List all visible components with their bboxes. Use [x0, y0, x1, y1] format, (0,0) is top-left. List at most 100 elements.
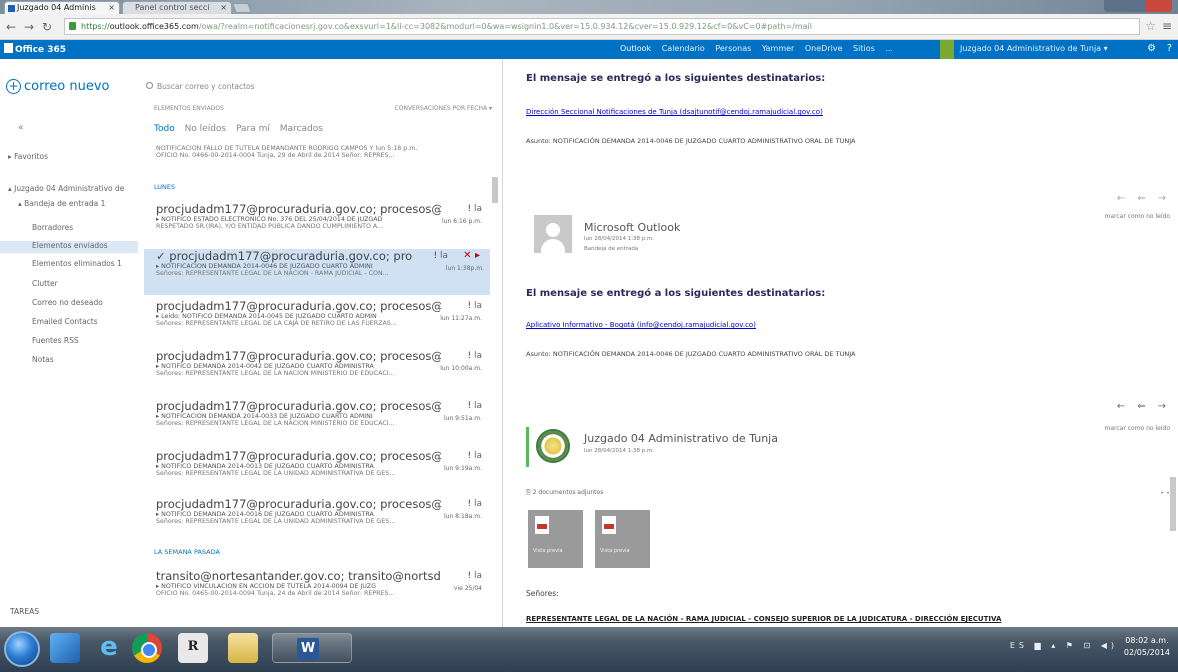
nav-outlook[interactable]: Outlook: [620, 44, 651, 53]
nav-sitios[interactable]: Sitios: [853, 44, 875, 53]
nav-onedrive[interactable]: OneDrive: [805, 44, 843, 53]
office365-logo[interactable]: Office 365: [4, 43, 66, 55]
recipient-link[interactable]: Dirección Seccional Notificaciones de Tu…: [526, 108, 823, 116]
nav-more[interactable]: ...: [885, 44, 893, 53]
word-icon: W: [297, 638, 319, 660]
list-item[interactable]: procjudadm177@procuraduria.gov.co; proce…: [148, 399, 488, 449]
list-item-selected[interactable]: ✓ procjudadm177@procuraduria.gov.co; pro…: [144, 249, 490, 295]
sender-name[interactable]: Juzgado 04 Administrativo de Tunja: [584, 432, 778, 445]
message-from: transito@nortesantander.gov.co; transito…: [156, 569, 441, 583]
folder-icon[interactable]: [228, 633, 258, 663]
window-controls[interactable]: [1104, 0, 1172, 12]
reply-actions[interactable]: ←⇐→: [1117, 401, 1178, 412]
list-item[interactable]: NOTIFICACION FALLO DE TUTELA DEMANDANTE …: [148, 145, 488, 171]
folder-notes[interactable]: Notas: [32, 355, 54, 364]
delete-icon[interactable]: ✕ ▸: [463, 250, 480, 261]
back-arrow-icon[interactable]: ←: [6, 20, 16, 34]
account-group[interactable]: ▴ Juzgado 04 Administrativo de: [8, 184, 124, 193]
message-time: lun 9:19a.m.: [444, 465, 482, 472]
attachment-pdf-1[interactable]: Vista previa: [528, 510, 583, 568]
nav-calendario[interactable]: Calendario: [662, 44, 705, 53]
message-from: procjudadm177@procuraduria.gov.co; proce…: [156, 497, 441, 511]
group-header-lunes: LUNES: [154, 183, 176, 191]
search-placeholder: Buscar correo y contactos: [157, 82, 255, 91]
r-app-icon[interactable]: R: [178, 633, 208, 663]
windows-explorer-icon[interactable]: [50, 633, 80, 663]
favorites-group[interactable]: ▸ Favoritos: [8, 152, 48, 161]
message-preview: Señores: REPRESENTANTE LEGAL DE LA NACIÓ…: [156, 270, 389, 277]
folder-emailed-contacts[interactable]: Emailed Contacts: [32, 317, 98, 326]
collapse-pane-icon[interactable]: «: [18, 123, 24, 133]
system-tray[interactable]: ES ▆ ▴ ⚑ ⊡ ◀): [1010, 641, 1118, 650]
user-name: Juzgado 04 Administrativo de Tunja: [960, 44, 1102, 53]
list-item[interactable]: procjudadm177@procuraduria.gov.co; proce…: [148, 349, 488, 399]
message-from: procjudadm177@procuraduria.gov.co; proce…: [156, 449, 441, 463]
pdf-file-icon: [602, 516, 616, 534]
word-taskbar-button[interactable]: W: [272, 633, 352, 663]
tab-label: Juzgado 04 Adminis: [17, 3, 96, 12]
list-item[interactable]: transito@nortesantander.gov.co; transito…: [148, 569, 488, 619]
folder-inbox[interactable]: ▴ Bandeja de entrada 1: [18, 199, 105, 208]
mark-unread-link[interactable]: marcar como no leído: [1105, 425, 1170, 432]
browser-menu-icon[interactable]: ≡: [1162, 19, 1172, 33]
browser-tab-outlook[interactable]: Juzgado 04 Adminis ×: [4, 1, 120, 14]
bookmark-star-icon[interactable]: ☆: [1145, 19, 1156, 33]
list-item[interactable]: procjudadm177@procuraduria.gov.co; proce…: [148, 449, 488, 499]
start-button[interactable]: [4, 631, 40, 667]
attachments-label[interactable]: ⎘ 2 documentos adjuntos: [526, 489, 603, 497]
mark-unread-link[interactable]: marcar como no leído: [1105, 213, 1170, 220]
search-box[interactable]: Buscar correo y contactos: [146, 82, 255, 91]
filter-unread[interactable]: No leídos: [185, 124, 227, 134]
reply-icon: ←: [1116, 401, 1138, 412]
folder-rss[interactable]: Fuentes RSS: [32, 336, 79, 345]
attachment-pdf-2[interactable]: Vista previa: [595, 510, 650, 568]
folder-clutter[interactable]: Clutter: [32, 279, 58, 288]
importance-flag-icon: ! la: [467, 571, 482, 581]
internet-explorer-icon[interactable]: e: [94, 633, 124, 663]
filter-to-me[interactable]: Para mí: [236, 124, 270, 134]
chrome-icon[interactable]: [132, 633, 162, 663]
forward-arrow-icon[interactable]: →: [24, 20, 34, 34]
help-icon[interactable]: ?: [1167, 43, 1172, 54]
forward-icon: →: [1157, 401, 1178, 412]
app-nav: Outlook Calendario Personas Yammer OneDr…: [620, 44, 901, 53]
recipient-link[interactable]: Aplicativo Informativo - Bogotá (info@ce…: [526, 321, 756, 329]
list-item[interactable]: procjudadm177@procuraduria.gov.co; proce…: [148, 202, 488, 252]
more-options-icon[interactable]: • •: [1160, 489, 1170, 497]
tasks-link[interactable]: TAREAS: [10, 607, 39, 616]
new-tab-button[interactable]: [232, 3, 252, 13]
folder-sent[interactable]: Elementos enviados: [0, 241, 138, 253]
folder-drafts[interactable]: Borradores: [32, 223, 73, 232]
message-time: vie 25/04: [453, 585, 482, 592]
body-recipient-line: REPRESENTANTE LEGAL DE LA NACIÓN - RAMA …: [526, 615, 1002, 623]
reload-icon[interactable]: ↻: [42, 20, 52, 34]
folder-junk[interactable]: Correo no deseado: [32, 298, 103, 307]
reading-scrollbar[interactable]: [1170, 477, 1176, 531]
message-list: Buscar correo y contactos ELEMENTOS ENVI…: [138, 59, 503, 627]
new-mail-button[interactable]: + correo nuevo: [6, 79, 109, 94]
nav-personas[interactable]: Personas: [715, 44, 751, 53]
browser-tab-panel[interactable]: Panel control secci ×: [122, 1, 232, 14]
gear-icon[interactable]: ⚙: [1147, 43, 1156, 54]
list-item[interactable]: procjudadm177@procuraduria.gov.co; proce…: [148, 299, 488, 349]
filter-flagged[interactable]: Marcados: [280, 124, 323, 134]
address-bar[interactable]: https://outlook.office365.com/owa/?realm…: [64, 18, 1140, 35]
plus-circle-icon: +: [6, 79, 21, 94]
list-item[interactable]: procjudadm177@procuraduria.gov.co; proce…: [148, 497, 488, 547]
nav-yammer[interactable]: Yammer: [762, 44, 794, 53]
sender-avatar: [534, 215, 572, 253]
office-logo-icon: [4, 43, 13, 53]
taskbar-clock[interactable]: 08:02 a.m. 02/05/2014: [1124, 635, 1170, 659]
filter-all[interactable]: Todo: [154, 124, 175, 134]
sort-dropdown[interactable]: CONVERSACIONES POR FECHA ▾: [395, 105, 492, 112]
clock-date: 02/05/2014: [1123, 648, 1170, 657]
sender-name[interactable]: Microsoft Outlook: [584, 221, 680, 234]
list-scrollbar[interactable]: [492, 177, 498, 203]
folder-deleted[interactable]: Elementos eliminados 1: [32, 259, 122, 268]
folder-label: Bandeja de entrada: [584, 246, 639, 252]
reply-actions[interactable]: ←⇐→: [1117, 193, 1178, 204]
notification-indicator[interactable]: [940, 40, 954, 59]
close-tab-icon[interactable]: ×: [108, 3, 115, 12]
user-menu[interactable]: Juzgado 04 Administrativo de Tunja ▾: [960, 44, 1108, 53]
close-tab-icon[interactable]: ×: [220, 3, 227, 12]
